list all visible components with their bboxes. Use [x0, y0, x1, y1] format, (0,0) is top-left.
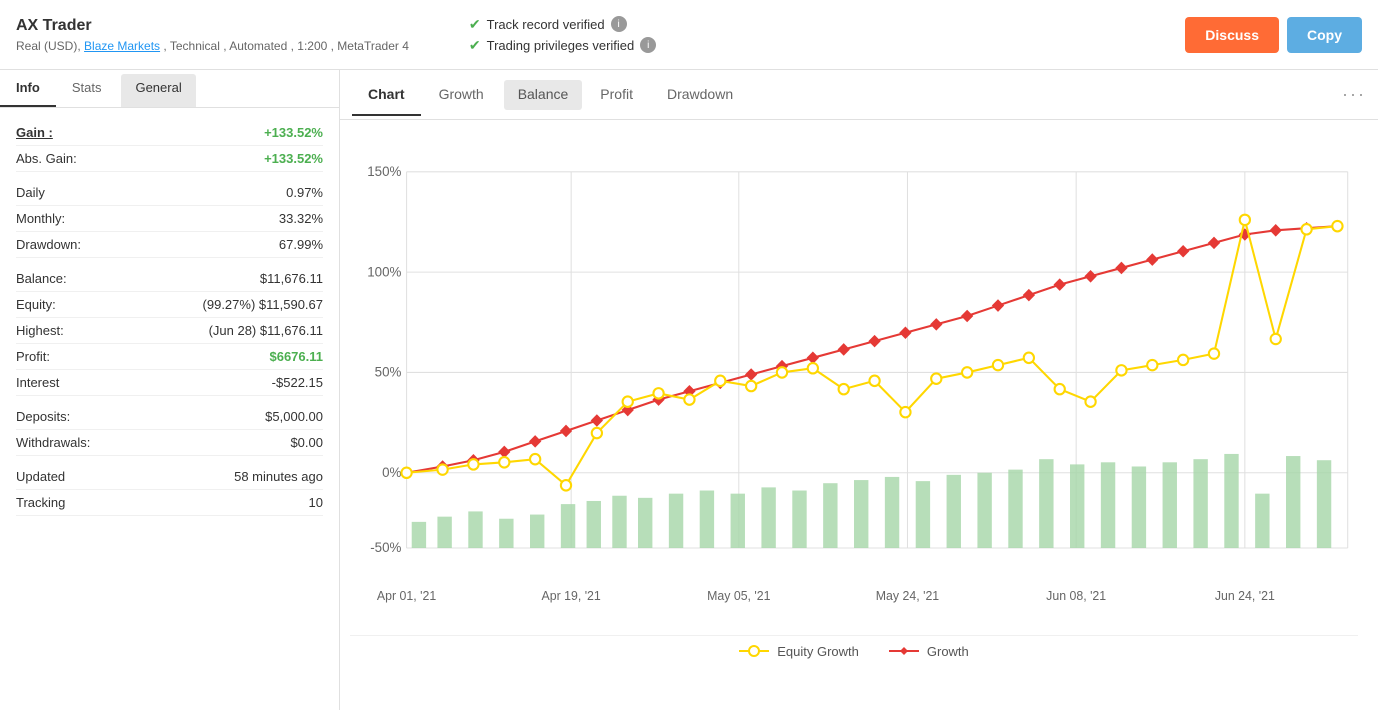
- legend-equity: Equity Growth: [739, 644, 859, 659]
- daily-value: 0.97%: [286, 185, 323, 200]
- chart-more-button[interactable]: ···: [1342, 84, 1366, 105]
- tracking-value: 10: [309, 495, 323, 510]
- tab-stats[interactable]: Stats: [56, 70, 118, 107]
- stat-monthly: Monthly: 33.32%: [16, 206, 323, 232]
- gain-label[interactable]: Gain :: [16, 125, 53, 140]
- equity-value: (99.27%) $11,590.67: [203, 297, 323, 312]
- stat-balance: Balance: $11,676.11: [16, 266, 323, 292]
- legend-equity-label: Equity Growth: [777, 644, 859, 659]
- deposits-value: $5,000.00: [265, 409, 323, 424]
- check-icon-2: ✔: [469, 37, 481, 54]
- broker-link[interactable]: Blaze Markets: [84, 39, 160, 53]
- monthly-label: Monthly:: [16, 211, 65, 226]
- legend-growth: Growth: [889, 644, 969, 659]
- svg-text:0%: 0%: [382, 465, 401, 480]
- stat-drawdown: Drawdown: 67.99%: [16, 232, 323, 258]
- stat-tracking: Tracking 10: [16, 490, 323, 516]
- highest-value: (Jun 28) $11,676.11: [209, 323, 323, 338]
- tab-general[interactable]: General: [121, 74, 195, 107]
- svg-text:Apr 01, '21: Apr 01, '21: [377, 589, 436, 603]
- verify-trading: ✔ Trading privileges verified i: [469, 37, 1185, 54]
- svg-text:May 05, '21: May 05, '21: [707, 589, 770, 603]
- abs-gain-label: Abs. Gain:: [16, 151, 77, 166]
- stat-deposits: Deposits: $5,000.00: [16, 404, 323, 430]
- daily-label: Daily: [16, 185, 45, 200]
- updated-value: 58 minutes ago: [234, 469, 323, 484]
- svg-text:Jun 24, '21: Jun 24, '21: [1215, 589, 1275, 603]
- chart-svg: 150% 100% 50% 0% -50% Apr 01, '21 Apr 19…: [350, 130, 1358, 632]
- interest-value: -$522.15: [272, 375, 323, 390]
- svg-text:May 24, '21: May 24, '21: [876, 589, 939, 603]
- verify-track: ✔ Track record verified i: [469, 16, 1185, 33]
- main-content: Info Stats General Gain : +133.52% Abs. …: [0, 70, 1378, 710]
- withdrawals-label: Withdrawals:: [16, 435, 90, 450]
- right-panel: Chart Growth Balance Profit Drawdown ···: [340, 70, 1378, 710]
- verifications: ✔ Track record verified i ✔ Trading priv…: [449, 16, 1185, 54]
- header: AX Trader Real (USD), Blaze Markets , Te…: [0, 0, 1378, 70]
- info-icon-2[interactable]: i: [640, 37, 656, 53]
- svg-text:Apr 19, '21: Apr 19, '21: [541, 589, 600, 603]
- copy-button[interactable]: Copy: [1287, 17, 1362, 53]
- chart-tabs: Chart Growth Balance Profit Drawdown ···: [340, 70, 1378, 120]
- chart-area: 150% 100% 50% 0% -50% Apr 01, '21 Apr 19…: [340, 120, 1378, 710]
- stat-withdrawals: Withdrawals: $0.00: [16, 430, 323, 456]
- tab-info[interactable]: Info: [0, 70, 56, 107]
- tracking-label: Tracking: [16, 495, 65, 510]
- stat-highest: Highest: (Jun 28) $11,676.11: [16, 318, 323, 344]
- check-icon-1: ✔: [469, 16, 481, 33]
- deposits-label: Deposits:: [16, 409, 70, 424]
- stat-abs-gain: Abs. Gain: +133.52%: [16, 146, 323, 172]
- abs-gain-value: +133.52%: [264, 151, 323, 166]
- balance-label: Balance:: [16, 271, 67, 286]
- equity-label: Equity:: [16, 297, 56, 312]
- monthly-value: 33.32%: [279, 211, 323, 226]
- stat-updated: Updated 58 minutes ago: [16, 464, 323, 490]
- stats-content: Gain : +133.52% Abs. Gain: +133.52% Dail…: [0, 108, 339, 710]
- account-subtitle: Real (USD), Blaze Markets , Technical , …: [16, 39, 409, 53]
- info-icon-1[interactable]: i: [611, 16, 627, 32]
- balance-value: $11,676.11: [260, 271, 323, 286]
- stat-interest: Interest -$522.15: [16, 370, 323, 396]
- stat-gain: Gain : +133.52%: [16, 120, 323, 146]
- header-actions: Discuss Copy: [1185, 17, 1362, 53]
- discuss-button[interactable]: Discuss: [1185, 17, 1279, 53]
- svg-text:50%: 50%: [375, 365, 402, 380]
- left-tabs: Info Stats General: [0, 70, 339, 108]
- account-name: AX Trader: [16, 17, 409, 35]
- updated-label: Updated: [16, 469, 65, 484]
- profit-label: Profit:: [16, 349, 50, 364]
- svg-text:100%: 100%: [367, 264, 401, 279]
- svg-text:-50%: -50%: [370, 540, 401, 555]
- chart-legend: Equity Growth Growth: [350, 635, 1358, 667]
- tab-balance[interactable]: Balance: [504, 80, 583, 110]
- highest-label: Highest:: [16, 323, 64, 338]
- withdrawals-value: $0.00: [290, 435, 323, 450]
- interest-label: Interest: [16, 375, 59, 390]
- tab-drawdown[interactable]: Drawdown: [651, 74, 749, 116]
- left-panel: Info Stats General Gain : +133.52% Abs. …: [0, 70, 340, 710]
- stat-equity: Equity: (99.27%) $11,590.67: [16, 292, 323, 318]
- svg-text:150%: 150%: [367, 164, 401, 179]
- tab-growth[interactable]: Growth: [423, 74, 500, 116]
- drawdown-value: 67.99%: [279, 237, 323, 252]
- tab-chart[interactable]: Chart: [352, 74, 421, 116]
- gain-value: +133.52%: [264, 125, 323, 140]
- stat-profit: Profit: $6676.11: [16, 344, 323, 370]
- svg-text:Jun 08, '21: Jun 08, '21: [1046, 589, 1106, 603]
- header-title: AX Trader Real (USD), Blaze Markets , Te…: [16, 17, 409, 53]
- legend-growth-label: Growth: [927, 644, 969, 659]
- drawdown-label: Drawdown:: [16, 237, 81, 252]
- profit-value: $6676.11: [269, 349, 323, 364]
- stat-daily: Daily 0.97%: [16, 180, 323, 206]
- tab-profit[interactable]: Profit: [584, 74, 649, 116]
